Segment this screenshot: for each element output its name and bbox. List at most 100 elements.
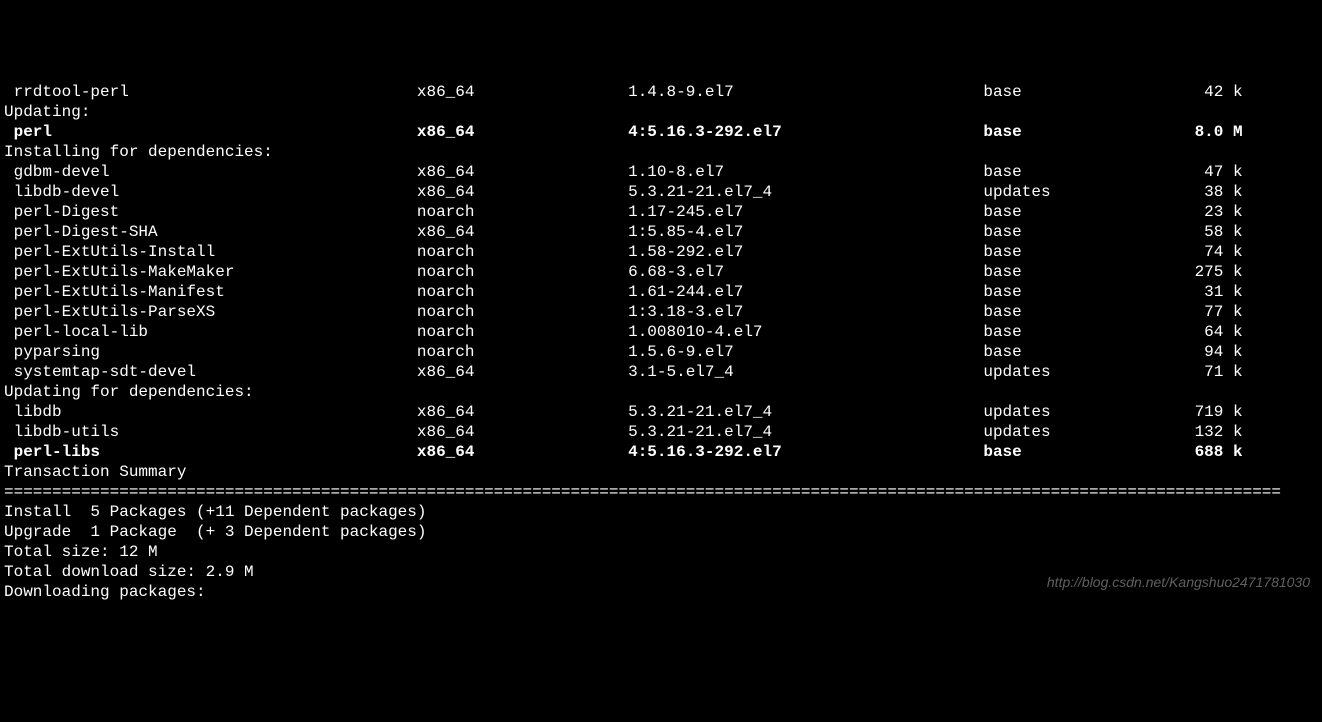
pkg-size: 58 k xyxy=(1175,222,1242,242)
package-row: perl-Digestnoarch1.17-245.el7base23 k xyxy=(4,202,1318,222)
pkg-size: 42 k xyxy=(1175,82,1242,102)
package-row: libdb-develx86_645.3.21-21.el7_4updates3… xyxy=(4,182,1318,202)
pkg-name: libdb xyxy=(4,402,417,422)
pkg-name: pyparsing xyxy=(4,342,417,362)
pkg-name: perl-ExtUtils-Manifest xyxy=(4,282,417,302)
pkg-repo: base xyxy=(983,242,1175,262)
pkg-version: 1.10-8.el7 xyxy=(628,162,983,182)
package-row: perl-libsx86_644:5.16.3-292.el7base688 k xyxy=(4,442,1318,462)
package-row: rrdtool-perlx86_641.4.8-9.el7base42 k xyxy=(4,82,1318,102)
pkg-name: perl-local-lib xyxy=(4,322,417,342)
pkg-size: 47 k xyxy=(1175,162,1242,182)
watermark-text: http://blog.csdn.net/Kangshuo2471781030 xyxy=(1047,574,1310,592)
pkg-size: 275 k xyxy=(1175,262,1242,282)
pkg-repo: base xyxy=(983,122,1175,142)
pkg-version: 5.3.21-21.el7_4 xyxy=(628,182,983,202)
pkg-name: perl-Digest-SHA xyxy=(4,222,417,242)
package-row: systemtap-sdt-develx86_643.1-5.el7_4upda… xyxy=(4,362,1318,382)
package-row: libdb-utilsx86_645.3.21-21.el7_4updates1… xyxy=(4,422,1318,442)
pkg-repo: base xyxy=(983,342,1175,362)
pkg-version: 5.3.21-21.el7_4 xyxy=(628,422,983,442)
pkg-repo: base xyxy=(983,302,1175,322)
pkg-size: 38 k xyxy=(1175,182,1242,202)
pkg-size: 74 k xyxy=(1175,242,1242,262)
package-row: perlx86_644:5.16.3-292.el7base8.0 M xyxy=(4,122,1318,142)
pkg-version: 1.5.6-9.el7 xyxy=(628,342,983,362)
pkg-version: 3.1-5.el7_4 xyxy=(628,362,983,382)
pkg-repo: base xyxy=(983,282,1175,302)
pkg-arch: x86_64 xyxy=(417,82,628,102)
pkg-version: 1.58-292.el7 xyxy=(628,242,983,262)
pkg-size: 719 k xyxy=(1175,402,1242,422)
pkg-size: 23 k xyxy=(1175,202,1242,222)
pkg-name: systemtap-sdt-devel xyxy=(4,362,417,382)
pkg-name: perl xyxy=(4,122,417,142)
package-row: perl-local-libnoarch1.008010-4.el7base64… xyxy=(4,322,1318,342)
pkg-name: perl-ExtUtils-MakeMaker xyxy=(4,262,417,282)
separator-line: ========================================… xyxy=(4,482,1318,502)
pkg-arch: noarch xyxy=(417,262,628,282)
pkg-arch: x86_64 xyxy=(417,442,628,462)
pkg-arch: x86_64 xyxy=(417,402,628,422)
pkg-version: 1.008010-4.el7 xyxy=(628,322,983,342)
pkg-size: 71 k xyxy=(1175,362,1242,382)
total-size: Total size: 12 M xyxy=(4,542,1318,562)
pkg-version: 6.68-3.el7 xyxy=(628,262,983,282)
pkg-arch: x86_64 xyxy=(417,122,628,142)
pkg-version: 4:5.16.3-292.el7 xyxy=(628,442,983,462)
package-row: libdbx86_645.3.21-21.el7_4updates719 k xyxy=(4,402,1318,422)
pkg-arch: noarch xyxy=(417,282,628,302)
pkg-repo: base xyxy=(983,322,1175,342)
package-row: pyparsingnoarch1.5.6-9.el7base94 k xyxy=(4,342,1318,362)
pkg-name: perl-ExtUtils-ParseXS xyxy=(4,302,417,322)
upgrade-summary: Upgrade 1 Package (+ 3 Dependent package… xyxy=(4,522,1318,542)
pkg-arch: noarch xyxy=(417,302,628,322)
pkg-version: 1.61-244.el7 xyxy=(628,282,983,302)
section-installing-deps: Installing for dependencies: xyxy=(4,142,1318,162)
install-summary: Install 5 Packages (+11 Dependent packag… xyxy=(4,502,1318,522)
pkg-size: 8.0 M xyxy=(1175,122,1242,142)
pkg-name: perl-libs xyxy=(4,442,417,462)
package-row: gdbm-develx86_641.10-8.el7base47 k xyxy=(4,162,1318,182)
pkg-arch: x86_64 xyxy=(417,222,628,242)
pkg-size: 64 k xyxy=(1175,322,1242,342)
pkg-arch: noarch xyxy=(417,322,628,342)
pkg-size: 132 k xyxy=(1175,422,1242,442)
pkg-arch: noarch xyxy=(417,202,628,222)
pkg-repo: updates xyxy=(983,182,1175,202)
pkg-name: perl-Digest xyxy=(4,202,417,222)
pkg-repo: updates xyxy=(983,362,1175,382)
pkg-name: rrdtool-perl xyxy=(4,82,417,102)
section-updating-deps: Updating for dependencies: xyxy=(4,382,1318,402)
pkg-repo: updates xyxy=(983,402,1175,422)
pkg-arch: x86_64 xyxy=(417,182,628,202)
terminal-output: rrdtool-perlx86_641.4.8-9.el7base42 kUpd… xyxy=(4,82,1318,602)
pkg-arch: noarch xyxy=(417,242,628,262)
pkg-version: 1.4.8-9.el7 xyxy=(628,82,983,102)
package-row: perl-ExtUtils-ParseXSnoarch1:3.18-3.el7b… xyxy=(4,302,1318,322)
section-updating: Updating: xyxy=(4,102,1318,122)
pkg-size: 77 k xyxy=(1175,302,1242,322)
pkg-repo: base xyxy=(983,222,1175,242)
pkg-arch: x86_64 xyxy=(417,162,628,182)
pkg-arch: x86_64 xyxy=(417,422,628,442)
pkg-repo: base xyxy=(983,262,1175,282)
package-row: perl-ExtUtils-Manifestnoarch1.61-244.el7… xyxy=(4,282,1318,302)
transaction-summary-title: Transaction Summary xyxy=(4,462,1318,482)
pkg-name: perl-ExtUtils-Install xyxy=(4,242,417,262)
pkg-repo: base xyxy=(983,162,1175,182)
pkg-name: libdb-devel xyxy=(4,182,417,202)
pkg-size: 94 k xyxy=(1175,342,1242,362)
pkg-arch: x86_64 xyxy=(417,362,628,382)
pkg-version: 1.17-245.el7 xyxy=(628,202,983,222)
pkg-version: 1:3.18-3.el7 xyxy=(628,302,983,322)
pkg-name: libdb-utils xyxy=(4,422,417,442)
pkg-repo: base xyxy=(983,82,1175,102)
pkg-repo: base xyxy=(983,202,1175,222)
pkg-size: 688 k xyxy=(1175,442,1242,462)
package-row: perl-ExtUtils-Installnoarch1.58-292.el7b… xyxy=(4,242,1318,262)
package-row: perl-ExtUtils-MakeMakernoarch6.68-3.el7b… xyxy=(4,262,1318,282)
pkg-version: 5.3.21-21.el7_4 xyxy=(628,402,983,422)
pkg-version: 4:5.16.3-292.el7 xyxy=(628,122,983,142)
pkg-repo: base xyxy=(983,442,1175,462)
